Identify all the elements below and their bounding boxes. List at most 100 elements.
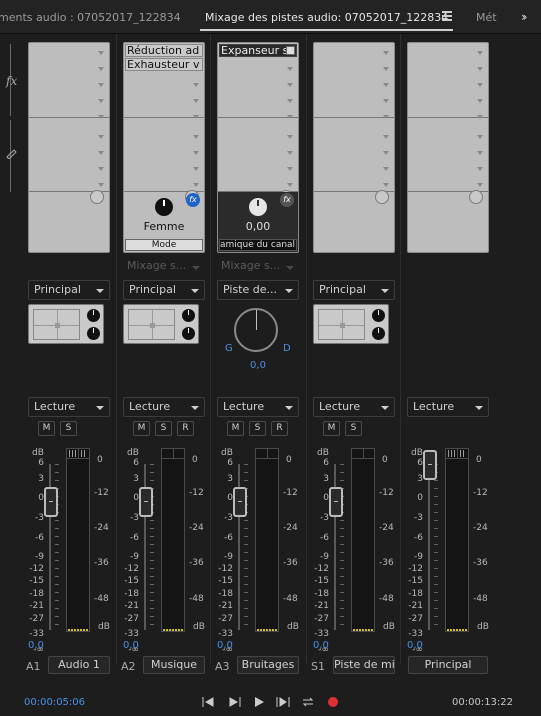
lfe-volume-knob[interactable] bbox=[87, 327, 100, 340]
slot-dropdown-icon[interactable] bbox=[477, 167, 483, 171]
track-name-field[interactable]: Principal bbox=[408, 656, 488, 674]
surround-panner[interactable] bbox=[123, 304, 199, 344]
track-name-field[interactable]: Bruitages bbox=[237, 656, 299, 674]
slot-dropdown-icon[interactable] bbox=[193, 151, 199, 155]
slot-dropdown-icon[interactable] bbox=[477, 115, 483, 119]
output-assignment-dropdown[interactable]: Principal bbox=[123, 280, 205, 300]
slot-dropdown-icon[interactable] bbox=[477, 135, 483, 139]
tab-audio-track-mixer[interactable]: Mixage des pistes audio: 07052017_122834 bbox=[205, 11, 448, 24]
mute-button[interactable]: M bbox=[323, 421, 340, 436]
volume-value[interactable]: 0,0 bbox=[28, 640, 44, 651]
surround-panner[interactable] bbox=[313, 304, 389, 344]
slot-dropdown-icon[interactable] bbox=[193, 135, 199, 139]
slot-dropdown-icon[interactable] bbox=[477, 151, 483, 155]
record-icon[interactable] bbox=[326, 695, 340, 709]
peak-indicator[interactable] bbox=[352, 449, 374, 459]
slot-dropdown-icon[interactable] bbox=[287, 99, 293, 103]
tab-audio-clip-mixer[interactable]: ments audio : 07052017_122834 bbox=[0, 11, 181, 24]
slot-dropdown-icon[interactable] bbox=[287, 115, 293, 119]
slot-dropdown-icon[interactable] bbox=[383, 151, 389, 155]
automation-mode-dropdown[interactable]: Lecture bbox=[407, 397, 489, 417]
mute-button[interactable]: M bbox=[133, 421, 150, 436]
volume-value[interactable]: 0,0 bbox=[313, 640, 329, 651]
tab-meters[interactable]: Mét bbox=[476, 11, 497, 24]
solo-button[interactable]: S bbox=[60, 421, 77, 436]
slot-dropdown-icon[interactable] bbox=[477, 99, 483, 103]
slot-dropdown-icon[interactable] bbox=[287, 151, 293, 155]
output-assignment-dropdown[interactable]: Piste de... bbox=[217, 280, 299, 300]
send-select[interactable]: Mixage s... bbox=[123, 258, 205, 274]
play-in-to-out-icon[interactable] bbox=[276, 695, 290, 709]
slot-dropdown-icon[interactable] bbox=[287, 135, 293, 139]
slot-dropdown-icon[interactable] bbox=[383, 99, 389, 103]
parameter-knob[interactable] bbox=[155, 198, 173, 216]
slot-dropdown-icon[interactable] bbox=[193, 167, 199, 171]
slot-dropdown-icon[interactable] bbox=[98, 51, 104, 55]
fx-icon[interactable]: fx bbox=[6, 74, 17, 88]
volume-fader-handle[interactable] bbox=[139, 487, 153, 517]
slot-dropdown-icon[interactable] bbox=[383, 167, 389, 171]
slot-dropdown-icon[interactable] bbox=[383, 51, 389, 55]
play-icon[interactable] bbox=[252, 695, 266, 709]
record-enable-button[interactable]: R bbox=[177, 421, 194, 436]
slot-dropdown-icon[interactable] bbox=[98, 83, 104, 87]
pan-value[interactable]: 0,0 bbox=[211, 360, 305, 371]
slot-dropdown-icon[interactable] bbox=[193, 99, 199, 103]
center-percentage-knob[interactable] bbox=[182, 309, 195, 322]
panner-position[interactable] bbox=[340, 323, 345, 328]
panner-position[interactable] bbox=[55, 323, 60, 328]
solo-button[interactable]: S bbox=[155, 421, 172, 436]
mute-button[interactable]: M bbox=[227, 421, 244, 436]
slot-dropdown-icon[interactable] bbox=[477, 67, 483, 71]
surround-panner[interactable] bbox=[28, 304, 104, 344]
slot-dropdown-icon[interactable] bbox=[383, 67, 389, 71]
output-assignment-dropdown[interactable]: Principal bbox=[28, 280, 110, 300]
volume-value[interactable]: 0,0 bbox=[217, 640, 233, 651]
slot-dropdown-icon[interactable] bbox=[477, 83, 483, 87]
volume-value[interactable]: 0,0 bbox=[407, 640, 423, 651]
slot-dropdown-icon[interactable] bbox=[193, 115, 199, 119]
slot-dropdown-icon[interactable] bbox=[287, 167, 293, 171]
panner-position[interactable] bbox=[150, 323, 155, 328]
slot-dropdown-icon[interactable] bbox=[98, 67, 104, 71]
volume-fader-handle[interactable] bbox=[44, 487, 58, 517]
slot-dropdown-icon[interactable] bbox=[98, 183, 104, 187]
slot-dropdown-icon[interactable] bbox=[98, 135, 104, 139]
slot-dropdown-icon[interactable] bbox=[477, 51, 483, 55]
fx-bypass-icon[interactable]: fx bbox=[280, 193, 294, 207]
peak-indicator[interactable] bbox=[67, 449, 89, 459]
effect-slot[interactable]: Expanseur st bbox=[219, 44, 297, 57]
automation-mode-dropdown[interactable]: Lecture bbox=[313, 397, 395, 417]
go-to-in-icon[interactable] bbox=[202, 695, 216, 709]
effect-slot[interactable]: Exhausteur v bbox=[125, 58, 203, 71]
slot-dropdown-icon[interactable] bbox=[477, 183, 483, 187]
solo-button[interactable]: S bbox=[345, 421, 362, 436]
peak-indicator[interactable] bbox=[256, 449, 278, 459]
pan-balance-knob[interactable] bbox=[234, 308, 278, 352]
automation-mode-dropdown[interactable]: Lecture bbox=[217, 397, 299, 417]
loop-icon[interactable] bbox=[301, 695, 315, 709]
tab-overflow-icon[interactable]: ›› bbox=[521, 10, 527, 24]
slot-dropdown-icon[interactable] bbox=[98, 115, 104, 119]
volume-fader-handle[interactable] bbox=[233, 487, 247, 517]
fx-bypass-icon[interactable]: fx bbox=[186, 193, 200, 207]
slot-dropdown-icon[interactable] bbox=[383, 183, 389, 187]
mute-button[interactable]: M bbox=[38, 421, 55, 436]
slot-dropdown-icon[interactable] bbox=[98, 99, 104, 103]
slot-dropdown-icon[interactable] bbox=[383, 83, 389, 87]
automation-mode-dropdown[interactable]: Lecture bbox=[28, 397, 110, 417]
solo-button[interactable]: S bbox=[249, 421, 266, 436]
panel-menu-icon[interactable] bbox=[442, 11, 452, 21]
volume-value[interactable]: 0,0 bbox=[123, 640, 139, 651]
send-bypass-icon[interactable] bbox=[90, 190, 104, 204]
parameter-knob[interactable] bbox=[249, 198, 267, 216]
send-bypass-icon[interactable] bbox=[469, 190, 483, 204]
effect-slot[interactable]: Réduction ad bbox=[125, 44, 203, 57]
parameter-select[interactable]: amique du canal se bbox=[219, 239, 297, 251]
automation-mode-dropdown[interactable]: Lecture bbox=[123, 397, 205, 417]
slot-dropdown-icon[interactable] bbox=[98, 151, 104, 155]
parameter-select[interactable]: Mode bbox=[125, 239, 203, 251]
slot-dropdown-icon[interactable] bbox=[383, 115, 389, 119]
send-pencil-icon[interactable] bbox=[5, 147, 17, 159]
send-bypass-icon[interactable] bbox=[375, 190, 389, 204]
